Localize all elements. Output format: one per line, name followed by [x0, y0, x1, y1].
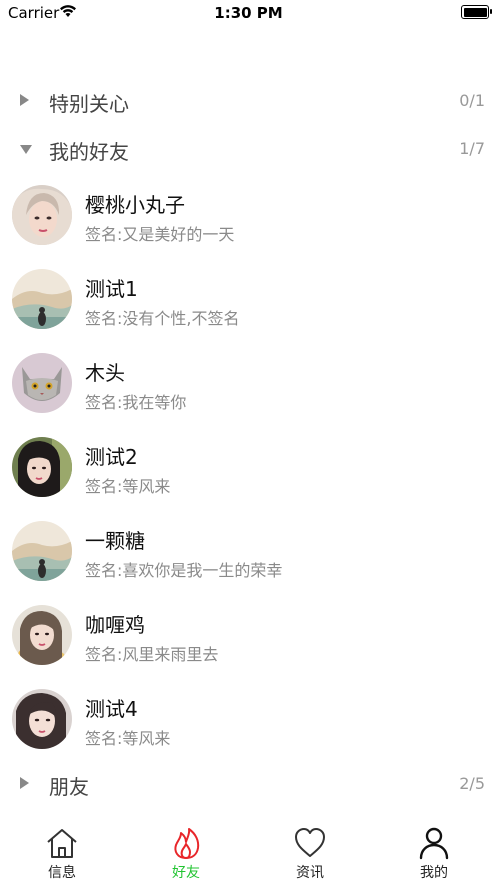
- group-count: 1/7: [459, 139, 485, 158]
- friend-name: 一颗糖: [85, 529, 145, 553]
- tab-bar: 信息 好友 资讯 我的: [0, 820, 497, 883]
- friend-signature: 签名:喜欢你是我一生的荣幸: [85, 561, 283, 580]
- group-title: 我的好友: [49, 140, 129, 164]
- tab-label: 我的: [420, 865, 448, 881]
- friend-row[interactable]: 咖喱鸡 签名:风里来雨里去: [0, 596, 497, 676]
- heart-icon: [295, 828, 325, 857]
- friend-row[interactable]: 樱桃小丸子 签名:又是美好的一天: [0, 176, 497, 256]
- friend-name: 樱桃小丸子: [85, 193, 185, 217]
- group-header-my-friends[interactable]: 我的好友 1/7: [0, 129, 497, 169]
- friend-name: 木头: [85, 361, 125, 385]
- avatar: [12, 521, 72, 581]
- battery-icon: [461, 5, 492, 19]
- avatar: [12, 437, 72, 497]
- avatar: [12, 605, 72, 665]
- group-title: 特别关心: [49, 92, 129, 116]
- tab-friends[interactable]: 好友: [124, 820, 248, 883]
- group-title: 朋友: [49, 775, 89, 799]
- tab-mine[interactable]: 我的: [372, 820, 496, 883]
- friend-row[interactable]: 测试2 签名:等风来: [0, 428, 497, 508]
- group-header-special-care[interactable]: 特别关心 0/1: [0, 81, 497, 121]
- friend-row[interactable]: 一颗糖 签名:喜欢你是我一生的荣幸: [0, 512, 497, 592]
- group-header-friends[interactable]: 朋友 2/5: [0, 764, 497, 804]
- tab-messages[interactable]: 信息: [0, 820, 124, 883]
- status-time: 1:30 PM: [214, 4, 283, 22]
- friend-signature: 签名:风里来雨里去: [85, 645, 219, 664]
- status-bar: Carrier 1:30 PM: [0, 0, 497, 26]
- collapsed-arrow-icon: [20, 94, 29, 106]
- flame-icon: [174, 828, 200, 859]
- friend-signature: 签名:又是美好的一天: [85, 225, 235, 244]
- tab-news[interactable]: 资讯: [248, 820, 372, 883]
- friend-name: 测试4: [85, 697, 138, 721]
- group-count: 0/1: [459, 91, 485, 110]
- friend-name: 测试1: [85, 277, 138, 301]
- home-icon: [47, 829, 77, 858]
- avatar: [12, 353, 72, 413]
- friend-signature: 签名:等风来: [85, 729, 171, 748]
- tab-label: 好友: [172, 865, 200, 881]
- friend-name: 咖喱鸡: [85, 613, 145, 637]
- friend-row[interactable]: 测试1 签名:没有个性,不签名: [0, 260, 497, 340]
- avatar: [12, 269, 72, 329]
- friend-signature: 签名:我在等你: [85, 393, 187, 412]
- person-icon: [419, 827, 449, 860]
- avatar: [12, 689, 72, 749]
- tab-label: 信息: [48, 865, 76, 881]
- friend-name: 测试2: [85, 445, 138, 469]
- group-count: 2/5: [459, 774, 485, 793]
- expanded-arrow-icon: [20, 145, 32, 154]
- tab-label: 资讯: [296, 865, 324, 881]
- friend-row[interactable]: 测试4 签名:等风来: [0, 680, 497, 760]
- friend-signature: 签名:没有个性,不签名: [85, 309, 240, 328]
- collapsed-arrow-icon: [20, 777, 29, 789]
- friend-row[interactable]: 木头 签名:我在等你: [0, 344, 497, 424]
- friend-signature: 签名:等风来: [85, 477, 171, 496]
- avatar: [12, 185, 72, 245]
